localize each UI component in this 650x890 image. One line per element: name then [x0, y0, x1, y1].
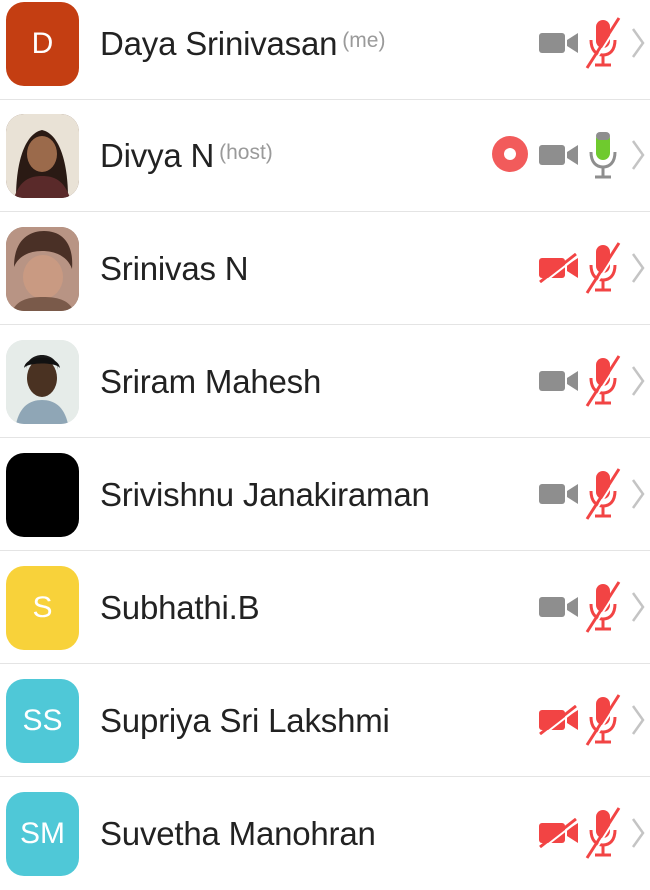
avatar-photo	[6, 340, 79, 424]
video-camera-icon[interactable]	[538, 140, 580, 170]
participant-row[interactable]: Sriram Mahesh	[0, 326, 650, 438]
chevron-right-icon[interactable]	[630, 364, 646, 398]
chevron-right-icon[interactable]	[630, 816, 646, 850]
avatar-initials: D	[31, 27, 54, 60]
chevron-right-icon[interactable]	[630, 251, 646, 285]
participant-row[interactable]: Srinivas N	[0, 213, 650, 325]
participant-row[interactable]: Divya N (host)	[0, 100, 650, 212]
video-camera-icon[interactable]	[538, 592, 580, 622]
participant-name-group: Srinivas N	[100, 213, 253, 325]
video-camera-off-icon[interactable]	[538, 818, 580, 848]
microphone-muted-icon[interactable]	[585, 693, 621, 747]
participant-name: Sriram Mahesh	[100, 363, 322, 400]
microphone-active-icon[interactable]	[585, 128, 621, 182]
participant-row[interactable]: SS Supriya Sri Lakshmi	[0, 665, 650, 777]
participant-name-group: Supriya Sri Lakshmi	[100, 665, 395, 777]
participant-row[interactable]: Srivishnu Janakiraman	[0, 439, 650, 551]
microphone-muted-icon[interactable]	[585, 354, 621, 408]
avatar	[6, 114, 79, 198]
avatar-initials: SM	[20, 817, 65, 850]
video-camera-icon[interactable]	[538, 366, 580, 396]
chevron-right-icon[interactable]	[630, 26, 646, 60]
avatar: D	[6, 2, 79, 86]
microphone-muted-icon[interactable]	[585, 580, 621, 634]
participant-row[interactable]: D Daya Srinivasan (me)	[0, 0, 650, 100]
avatar: SS	[6, 679, 79, 763]
participant-name-group: Sriram Mahesh	[100, 326, 326, 438]
participant-name: Supriya Sri Lakshmi	[100, 702, 390, 739]
participant-name: Srinivas N	[100, 250, 249, 287]
participant-row[interactable]: S Subhathi.B	[0, 552, 650, 664]
avatar	[6, 227, 79, 311]
avatar-photo	[6, 114, 79, 198]
avatar-photo	[6, 227, 79, 311]
participant-role: (host)	[219, 141, 273, 164]
participant-name-group: Daya Srinivasan (me)	[100, 0, 385, 100]
participant-name-group: Subhathi.B	[100, 552, 264, 664]
video-camera-icon[interactable]	[538, 28, 580, 58]
avatar	[6, 453, 79, 537]
chevron-right-icon[interactable]	[630, 703, 646, 737]
chevron-right-icon[interactable]	[630, 477, 646, 511]
avatar: S	[6, 566, 79, 650]
microphone-muted-icon[interactable]	[585, 241, 621, 295]
video-camera-off-icon[interactable]	[538, 253, 580, 283]
participant-name-group: Divya N (host)	[100, 100, 273, 212]
microphone-muted-icon[interactable]	[585, 467, 621, 521]
video-camera-off-icon[interactable]	[538, 705, 580, 735]
recording-icon	[492, 136, 528, 172]
avatar: SM	[6, 792, 79, 876]
participant-name-group: Srivishnu Janakiraman	[100, 439, 435, 551]
microphone-muted-icon[interactable]	[585, 16, 621, 70]
microphone-muted-icon[interactable]	[585, 806, 621, 860]
participant-name: Srivishnu Janakiraman	[100, 476, 430, 513]
chevron-right-icon[interactable]	[630, 590, 646, 624]
avatar	[6, 340, 79, 424]
participant-name: Daya Srinivasan	[100, 25, 338, 62]
participant-row[interactable]: SM Suvetha Manohran	[0, 778, 650, 890]
chevron-right-icon[interactable]	[630, 138, 646, 172]
participant-name: Subhathi.B	[100, 589, 260, 626]
participant-name-group: Suvetha Manohran	[100, 778, 381, 890]
participant-name: Divya N	[100, 137, 215, 174]
avatar-initials: SS	[22, 704, 63, 737]
participant-name: Suvetha Manohran	[100, 815, 376, 852]
video-camera-icon[interactable]	[538, 479, 580, 509]
avatar-initials: S	[32, 591, 53, 624]
participant-role: (me)	[342, 29, 386, 52]
